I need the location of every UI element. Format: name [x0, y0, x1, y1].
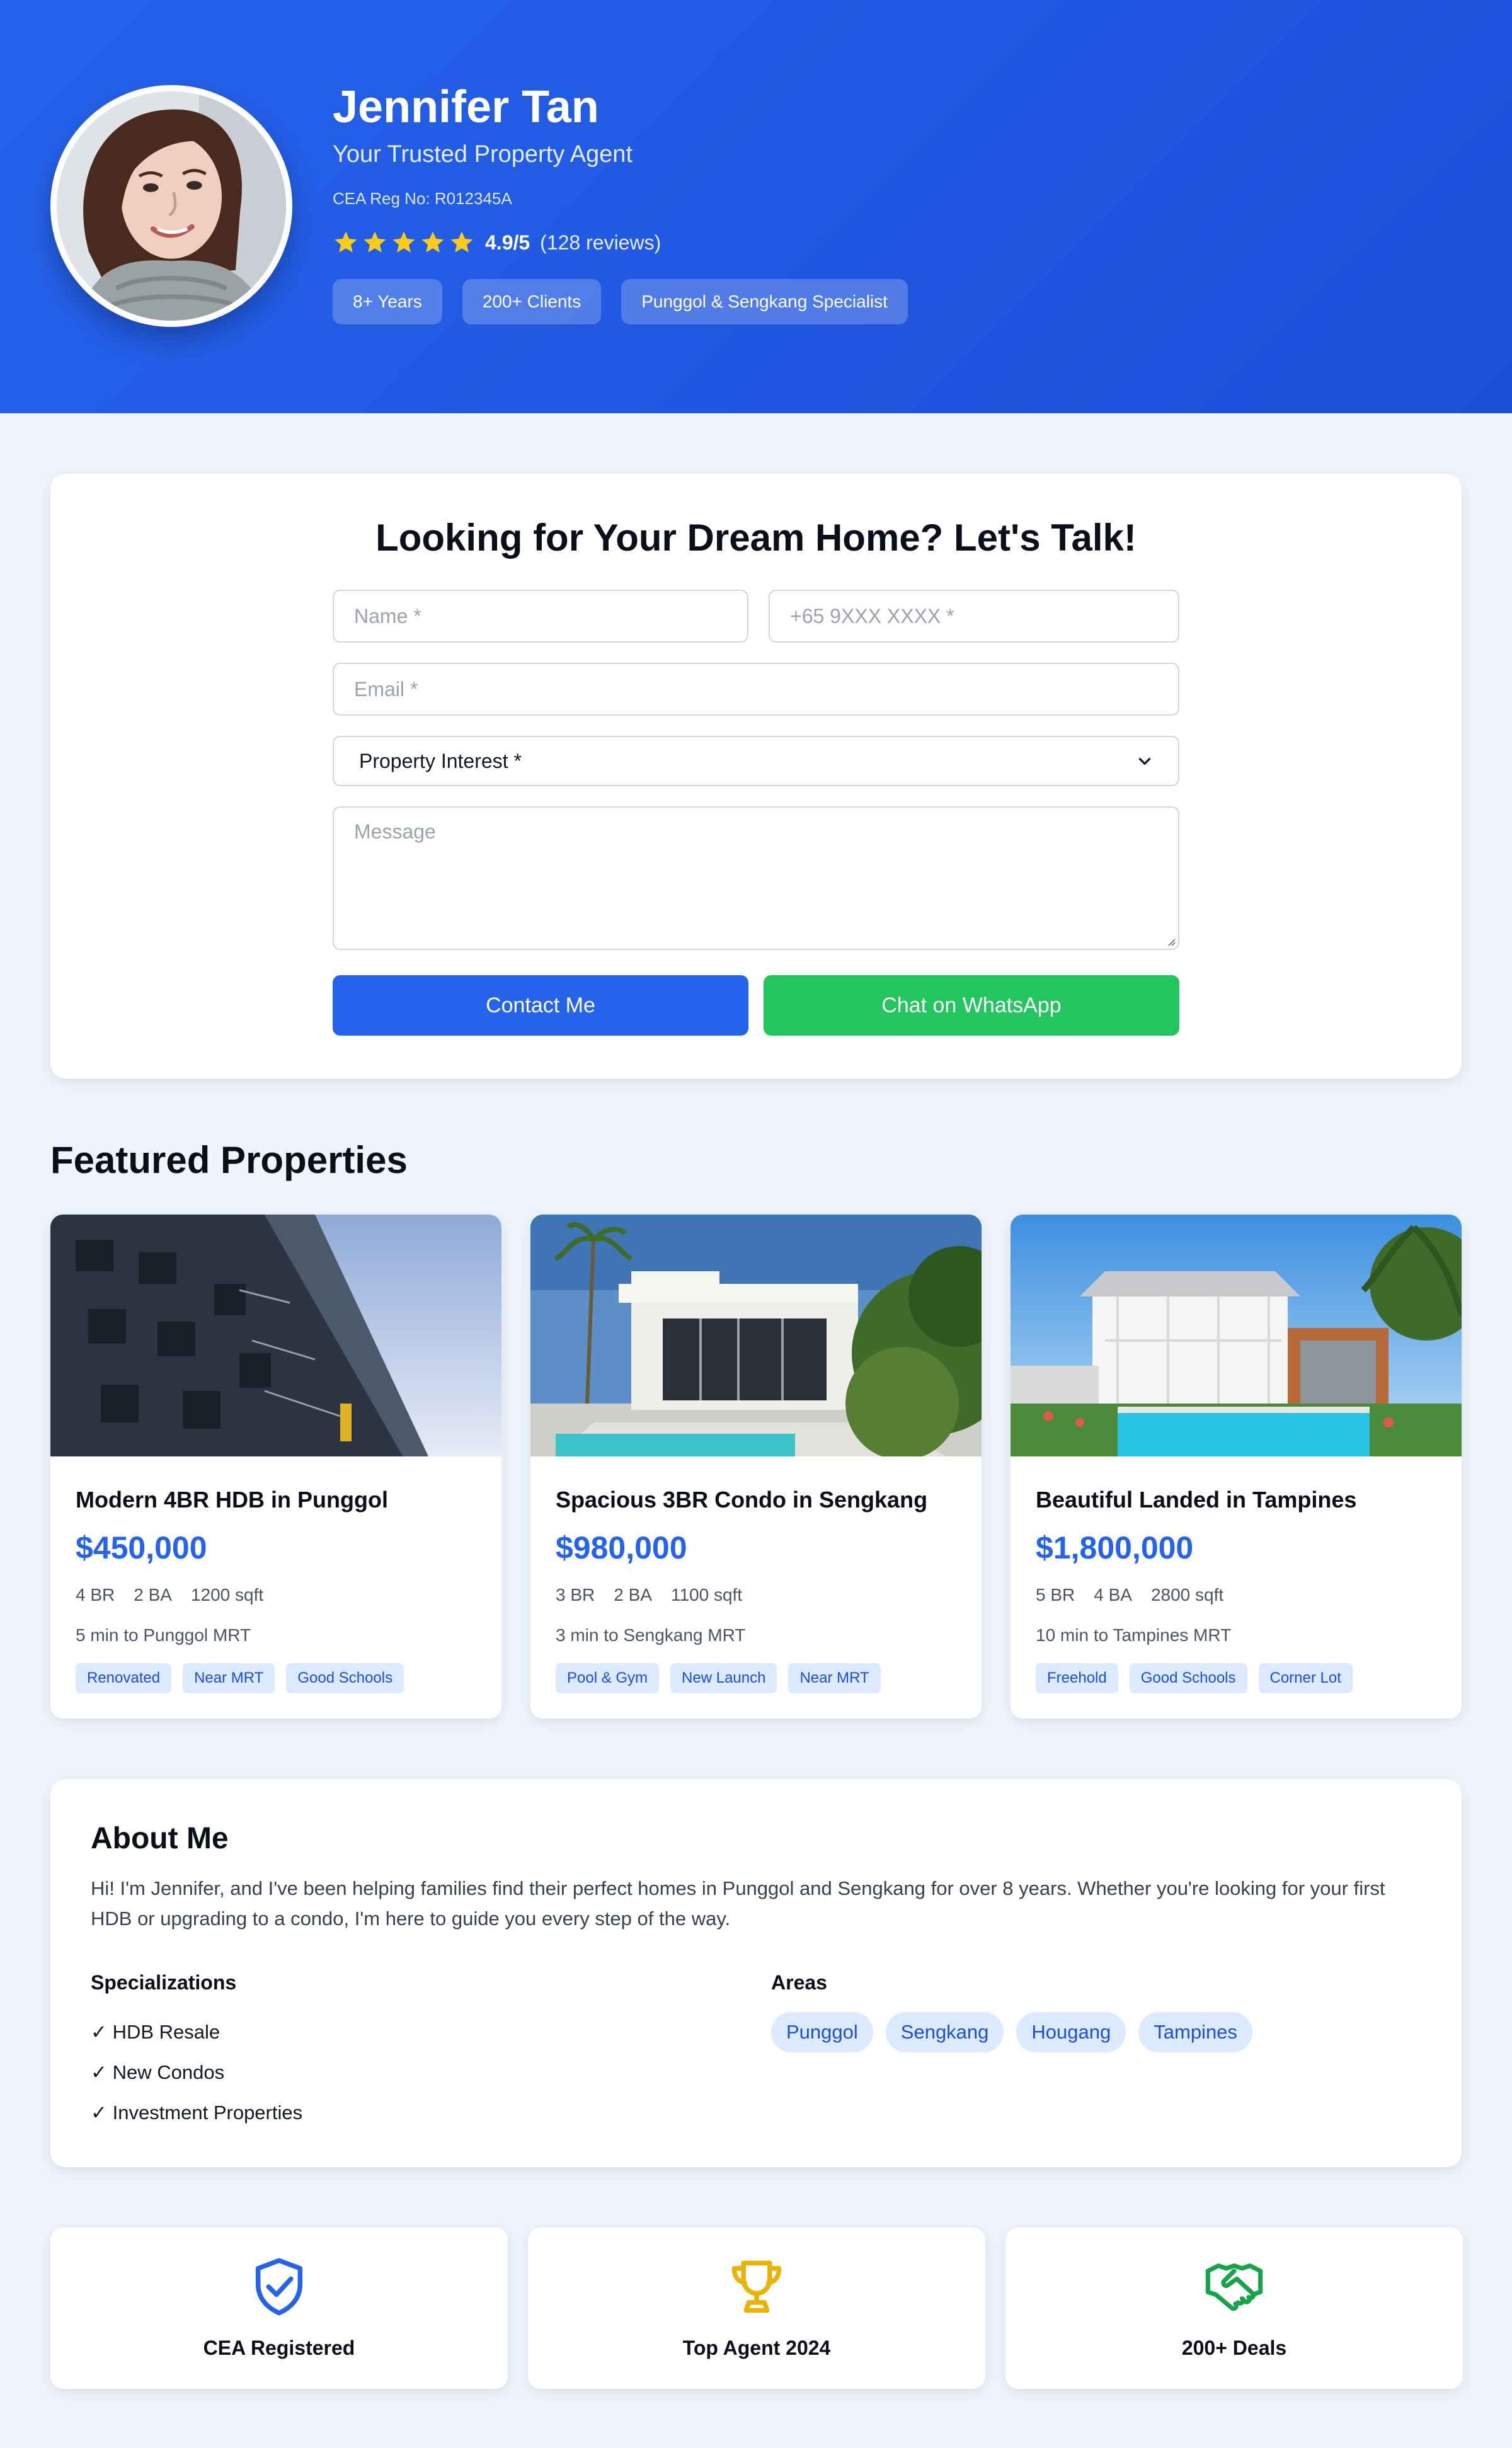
floor-area: 1100 sqft — [670, 1585, 743, 1604]
floor-area: 1200 sqft — [190, 1585, 264, 1604]
credential-label: Top Agent 2024 — [682, 2336, 831, 2359]
specialization-item: ✓ HDB Resale — [91, 2021, 220, 2043]
star-icon — [450, 231, 473, 253]
specializations-list: ✓ HDB Resale ✓ New Condos ✓ Investment P… — [91, 2012, 302, 2133]
agent-info: Jennifer Tan Your Trusted Property Agent… — [333, 79, 908, 324]
property-photo-hdb — [50, 1215, 501, 1456]
bedrooms: 4 BR — [76, 1585, 115, 1604]
property-tags: Renovated Near MRT Good Schools — [76, 1663, 404, 1693]
contact-form-title: Looking for Your Dream Home? Let's Talk! — [375, 517, 1137, 559]
whatsapp-chat-button[interactable]: Chat on WhatsApp — [764, 975, 1179, 1036]
property-title: Modern 4BR HDB in Punggol — [76, 1487, 388, 1513]
about-me-bio: Hi! I'm Jennifer, and I've been helping … — [91, 1877, 1385, 1930]
property-tag: Corner Lot — [1258, 1663, 1353, 1693]
bedrooms: 5 BR — [1036, 1585, 1075, 1604]
credential-card-cea: CEA Registered — [50, 2228, 508, 2389]
message-textarea[interactable] — [333, 806, 1179, 950]
chevron-down-icon — [1137, 753, 1153, 769]
property-price: $980,000 — [556, 1530, 687, 1565]
property-tag: Good Schools — [1129, 1663, 1247, 1693]
property-price: $450,000 — [76, 1530, 207, 1565]
agent-tagline: Your Trusted Property Agent — [333, 141, 633, 168]
mrt-distance: 5 min to Punggol MRT — [76, 1625, 251, 1645]
property-tag: Near MRT — [788, 1663, 881, 1693]
area-pill-punggol: Punggol — [771, 2012, 873, 2052]
property-photo-landed — [1011, 1215, 1462, 1456]
about-me-card: About Me Hi! I'm Jennifer, and I've been… — [50, 1779, 1462, 2167]
property-tag: New Launch — [670, 1663, 777, 1693]
credential-card-top-agent: Top Agent 2024 — [528, 2228, 985, 2389]
phone-input[interactable] — [769, 590, 1179, 643]
rating-value: 4.9/5 — [485, 231, 530, 254]
agent-badges: 8+ Years 200+ Clients Punggol & Sengkang… — [333, 279, 908, 324]
bathrooms: 2 BA — [614, 1585, 652, 1604]
property-tags: Pool & Gym New Launch Near MRT — [556, 1663, 881, 1693]
hero-header: Jennifer Tan Your Trusted Property Agent… — [0, 0, 1512, 413]
property-tag: Freehold — [1036, 1663, 1118, 1693]
star-icon — [335, 231, 357, 253]
cea-registration-number: CEA Reg No: R012345A — [333, 189, 512, 208]
agent-rating: 4.9/5 (128 reviews) — [333, 229, 908, 256]
property-title: Beautiful Landed in Tampines — [1036, 1487, 1357, 1513]
agent-avatar — [50, 85, 292, 327]
about-me-title: About Me — [91, 1822, 229, 1855]
trophy-icon — [725, 2255, 788, 2318]
property-specs: 3 BR 2 BA 1100 sqft — [556, 1582, 742, 1608]
mrt-distance: 3 min to Sengkang MRT — [556, 1625, 746, 1645]
badge-experience: 8+ Years — [333, 279, 442, 324]
email-input[interactable] — [333, 663, 1179, 716]
agent-name: Jennifer Tan — [333, 82, 599, 132]
area-pill-sengkang: Sengkang — [885, 2012, 1004, 2052]
featured-properties-title: Featured Properties — [50, 1139, 408, 1181]
property-photo-condo — [530, 1215, 982, 1456]
bedrooms: 3 BR — [556, 1585, 595, 1604]
property-tag: Renovated — [76, 1663, 172, 1693]
review-count: (128 reviews) — [540, 231, 662, 254]
credential-label: CEA Registered — [203, 2336, 355, 2359]
shield-check-icon — [248, 2255, 311, 2318]
bathrooms: 4 BA — [1094, 1585, 1132, 1604]
badge-clients: 200+ Clients — [462, 279, 602, 324]
contact-me-button[interactable]: Contact Me — [333, 975, 748, 1036]
star-icon — [392, 231, 415, 253]
name-input[interactable] — [333, 590, 748, 643]
credential-label: 200+ Deals — [1181, 2336, 1287, 2359]
area-pill-hougang: Hougang — [1016, 2012, 1126, 2052]
area-pill-tampines: Tampines — [1138, 2012, 1252, 2052]
mrt-distance: 10 min to Tampines MRT — [1036, 1625, 1232, 1645]
property-tag: Good Schools — [286, 1663, 404, 1693]
credential-card-deals: 200+ Deals — [1005, 2228, 1463, 2389]
rating-stars — [333, 229, 475, 256]
property-card[interactable]: Beautiful Landed in Tampines $1,800,000 … — [1011, 1215, 1462, 1719]
property-tags: Freehold Good Schools Corner Lot — [1036, 1663, 1353, 1693]
property-interest-value: Property Interest * — [359, 749, 522, 772]
handshake-icon — [1203, 2255, 1266, 2318]
contact-form-card: Looking for Your Dream Home? Let's Talk!… — [50, 474, 1462, 1078]
specialization-item: ✓ Investment Properties — [91, 2102, 303, 2124]
property-tag: Near MRT — [183, 1663, 275, 1693]
property-card[interactable]: Modern 4BR HDB in Punggol $450,000 4 BR … — [50, 1215, 501, 1719]
bathrooms: 2 BA — [134, 1585, 172, 1604]
specialization-item: ✓ New Condos — [91, 2061, 225, 2083]
areas-heading: Areas — [771, 1971, 827, 1994]
floor-area: 2800 sqft — [1150, 1585, 1224, 1604]
property-specs: 5 BR 4 BA 2800 sqft — [1036, 1582, 1223, 1608]
property-card[interactable]: Spacious 3BR Condo in Sengkang $980,000 … — [530, 1215, 982, 1719]
star-icon — [364, 231, 386, 253]
property-tag: Pool & Gym — [556, 1663, 660, 1693]
star-icon — [421, 231, 444, 253]
badge-specialist: Punggol & Sengkang Specialist — [621, 279, 908, 324]
specializations-heading: Specializations — [91, 1971, 237, 1994]
resize-handle-icon[interactable] — [1166, 936, 1176, 946]
property-interest-select[interactable]: Property Interest * — [333, 736, 1179, 786]
areas-list: Punggol Sengkang Hougang Tampines — [771, 2012, 1252, 2052]
property-price: $1,800,000 — [1036, 1530, 1194, 1565]
property-title: Spacious 3BR Condo in Sengkang — [556, 1487, 928, 1513]
property-specs: 4 BR 2 BA 1200 sqft — [76, 1582, 263, 1608]
